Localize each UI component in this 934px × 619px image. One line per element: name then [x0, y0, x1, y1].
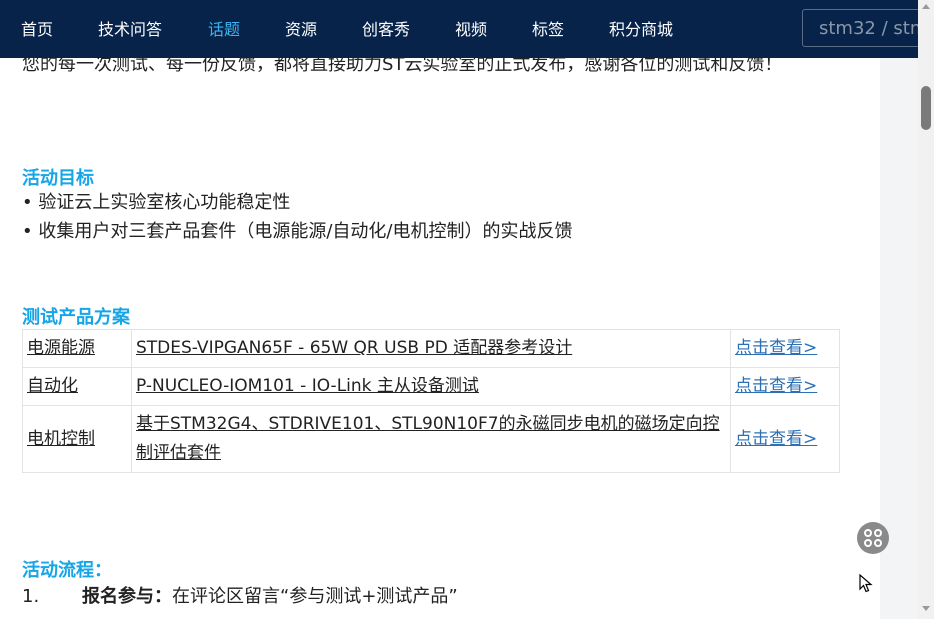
flow-step: 1. 报名参与：在评论区留言“参与测试+测试产品” [22, 585, 458, 609]
step-number: 1. [22, 586, 40, 607]
nav-resources[interactable]: 资源 [285, 0, 317, 58]
top-navigation: 首页 技术问答 话题 资源 创客秀 视频 标签 积分商城 stm32 / stm [0, 0, 918, 58]
product-cell: 基于STM32G4、STDRIVE101、STL90N10F7的永磁同步电机的磁… [131, 405, 731, 473]
category-cell: 电机控制 [22, 405, 132, 473]
table-row: 电源能源 STDES-VIPGAN65F - 65W QR USB PD 适配器… [22, 329, 840, 368]
nav-videos[interactable]: 视频 [455, 0, 487, 58]
link-cell: 点击查看> [730, 367, 840, 406]
step-text: 在评论区留言“参与测试+测试产品” [172, 586, 458, 607]
product-link[interactable]: P-NUCLEO-IOM101 - IO-Link 主从设备测试 [136, 376, 479, 396]
view-link[interactable]: 点击查看> [735, 338, 817, 358]
goal-item: • 验证云上实验室核心功能稳定性 [22, 192, 291, 213]
nav-tech-qa[interactable]: 技术问答 [98, 0, 162, 58]
dot-icon [874, 539, 882, 547]
product-link[interactable]: 基于STM32G4、STDRIVE101、STL90N10F7的永磁同步电机的磁… [136, 414, 720, 463]
goal-item: • 收集用户对三套产品套件（电源能源/自动化/电机控制）的实战反馈 [22, 221, 573, 242]
mouse-cursor-icon [859, 574, 873, 593]
nav-home[interactable]: 首页 [21, 0, 53, 58]
table-row: 自动化 P-NUCLEO-IOM101 - IO-Link 主从设备测试 点击查… [22, 367, 840, 406]
category-link[interactable]: 电源能源 [27, 338, 95, 358]
link-cell: 点击查看> [730, 329, 840, 368]
search-input[interactable]: stm32 / stm [802, 9, 918, 47]
category-link[interactable]: 电机控制 [27, 429, 95, 449]
view-link[interactable]: 点击查看> [735, 429, 817, 449]
scroll-up-arrow-icon[interactable] [922, 4, 930, 9]
table-row: 电机控制 基于STM32G4、STDRIVE101、STL90N10F7的永磁同… [22, 405, 840, 473]
product-cell: STDES-VIPGAN65F - 65W QR USB PD 适配器参考设计 [131, 329, 731, 368]
scroll-down-arrow-icon[interactable] [922, 606, 930, 611]
vertical-scrollbar[interactable] [918, 0, 934, 619]
flow-heading: 活动流程： [22, 560, 112, 581]
link-cell: 点击查看> [730, 405, 840, 473]
view-link[interactable]: 点击查看> [735, 376, 817, 396]
nav-tags[interactable]: 标签 [532, 0, 564, 58]
nav-topics[interactable]: 话题 [208, 0, 240, 58]
dot-icon [864, 539, 872, 547]
scrollbar-thumb[interactable] [921, 86, 931, 130]
product-link[interactable]: STDES-VIPGAN65F - 65W QR USB PD 适配器参考设计 [136, 338, 572, 358]
category-cell: 自动化 [22, 367, 132, 406]
category-cell: 电源能源 [22, 329, 132, 368]
category-link[interactable]: 自动化 [27, 376, 78, 396]
dot-icon [864, 529, 872, 537]
nav-maker-show[interactable]: 创客秀 [362, 0, 410, 58]
goals-heading: 活动目标 [22, 168, 94, 189]
page-content: 您的每一次测试、每一份反馈，都将直接助力ST云实验室的正式发布，感谢各位的测试和… [0, 0, 880, 619]
products-table: 电源能源 STDES-VIPGAN65F - 65W QR USB PD 适配器… [22, 329, 840, 473]
product-cell: P-NUCLEO-IOM101 - IO-Link 主从设备测试 [131, 367, 731, 406]
products-heading: 测试产品方案 [22, 307, 130, 328]
dot-icon [874, 529, 882, 537]
step-title: 报名参与： [82, 586, 172, 607]
floating-menu-button[interactable] [857, 522, 889, 554]
nav-points-mall[interactable]: 积分商城 [609, 0, 673, 58]
